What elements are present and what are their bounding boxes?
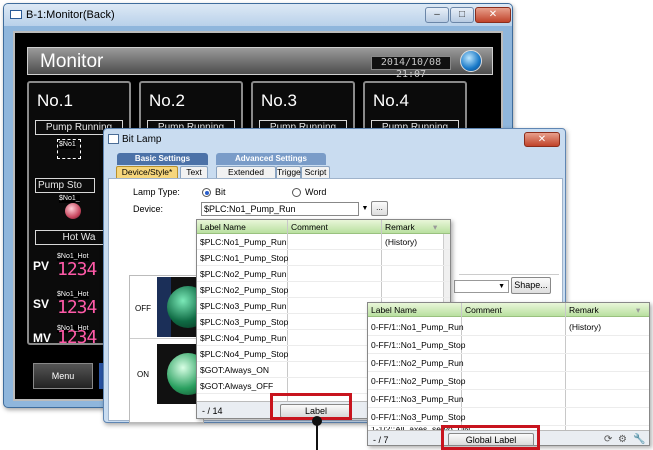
- item-count: - / 14: [202, 406, 223, 416]
- label-name-cell: 0-FF/1::No3_Pump_Stop: [371, 412, 466, 422]
- minimize-button[interactable]: –: [425, 7, 449, 23]
- label-name-cell: $PLC:No2_Pump_Run: [200, 269, 287, 279]
- column-header-remark[interactable]: Remark: [385, 221, 415, 233]
- column-header-label-name[interactable]: Label Name: [200, 221, 246, 233]
- list-item[interactable]: 0-FF/1::No3_Pump_Run: [368, 391, 649, 408]
- wrench-icon[interactable]: 🔧: [633, 434, 645, 445]
- list-item[interactable]: 0-FF/1::No1_Pump_Stop: [368, 337, 649, 354]
- list-item[interactable]: 0-FF/1::No3_Pump_Stop: [368, 409, 649, 426]
- label-name-cell: $PLC:No1_Pump_Stop: [200, 253, 289, 263]
- lamp-type-bit-label: Bit: [215, 187, 226, 197]
- label-button-highlight: [270, 393, 352, 420]
- global-list-header: Label Name Comment Remark ▾: [368, 303, 649, 317]
- device-browse-button[interactable]: ...: [371, 201, 388, 216]
- chevron-down-icon[interactable]: ▼: [359, 202, 371, 216]
- back-window-title: B-1:Monitor(Back): [26, 9, 115, 21]
- column-header-remark[interactable]: Remark: [569, 304, 599, 316]
- stop-lamp-tag: $No1_: [59, 195, 80, 203]
- label-name-cell: 0-FF/1::No1_Pump_Stop: [371, 340, 466, 350]
- lamp-type-label: Lamp Type:: [133, 187, 180, 197]
- tab-script[interactable]: Script: [301, 166, 330, 178]
- close-button[interactable]: ✕: [475, 7, 511, 23]
- lamp-type-word-label: Word: [305, 187, 327, 197]
- tab-device-style[interactable]: Device/Style*: [116, 166, 178, 178]
- basic-settings-group[interactable]: Basic Settings: [117, 153, 208, 165]
- mv-value: 1234: [57, 327, 97, 348]
- list-item[interactable]: $PLC:No2_Pump_Run: [197, 267, 450, 282]
- settings-icon[interactable]: ⚙: [618, 434, 627, 445]
- divider: [459, 274, 559, 275]
- dialog-icon: [108, 134, 119, 144]
- panel-number: No.4: [373, 91, 409, 110]
- list-item[interactable]: $PLC:No1_Pump_Run (History): [197, 235, 450, 250]
- panel-number: No.2: [149, 91, 185, 110]
- callout-line: [316, 420, 318, 450]
- stop-lamp[interactable]: [65, 203, 81, 219]
- maximize-button[interactable]: □: [450, 7, 474, 23]
- back-window-titlebar[interactable]: B-1:Monitor(Back) – □ ✕: [4, 4, 512, 26]
- label-name-cell: $PLC:No1_Pump_Run: [200, 237, 287, 247]
- shape-select[interactable]: ▼: [454, 280, 509, 293]
- lamp-preview-table: OFF ON: [129, 275, 204, 423]
- list-item[interactable]: $PLC:No2_Pump_Stop: [197, 283, 450, 298]
- column-header-comment[interactable]: Comment: [465, 304, 502, 316]
- lamp-type-word-radio[interactable]: [292, 188, 301, 197]
- sort-icon: ▾: [433, 222, 438, 232]
- monitor-header: Monitor 2014/10/08 21:07: [27, 47, 493, 80]
- panel-number: No.1: [37, 91, 73, 110]
- label-name-cell: 0-FF/1::No2_Pump_Run: [371, 358, 464, 368]
- divider: [130, 338, 203, 339]
- global-label-button-highlight: [441, 425, 540, 450]
- list-item[interactable]: 0-FF/1::No1_Pump_Run (History): [368, 319, 649, 336]
- list-item[interactable]: 0-FF/1::No2_Pump_Stop: [368, 373, 649, 390]
- on-row-label: ON: [137, 370, 149, 379]
- item-count: - / 7: [373, 435, 389, 445]
- pump-stop-status: Pump Sto: [35, 178, 95, 193]
- refresh-icon[interactable]: ⟳: [604, 434, 612, 445]
- menu-button[interactable]: Menu: [33, 363, 93, 389]
- label-name-cell: 0-FF/1::No3_Pump_Run: [371, 394, 464, 404]
- mv-label: MV: [33, 331, 51, 345]
- remark-cell: (History): [569, 322, 602, 332]
- dialog-close-button[interactable]: ✕: [524, 132, 560, 147]
- sv-value: 1234: [57, 297, 97, 318]
- off-row-label: OFF: [135, 304, 151, 313]
- window-icon: [10, 10, 22, 19]
- label-name-cell: $PLC:No4_Pump_Stop: [200, 349, 289, 359]
- tab-trigger[interactable]: Trigger: [276, 166, 304, 178]
- list-item[interactable]: 0-FF/1::No2_Pump_Run: [368, 355, 649, 372]
- list-item[interactable]: $PLC:No1_Pump_Stop: [197, 251, 450, 266]
- date-time-display: 2014/10/08 21:07: [371, 56, 451, 80]
- label-name-cell: $GOT:Always_ON: [200, 365, 269, 375]
- sort-icon: ▾: [636, 305, 641, 315]
- remark-cell: (History): [385, 237, 418, 247]
- lamp-type-bit-radio[interactable]: [202, 188, 211, 197]
- label-name-cell: 0-FF/1::No2_Pump_Stop: [371, 376, 466, 386]
- pv-value: 1234: [57, 259, 97, 280]
- label-name-cell: $PLC:No3_Pump_Run: [200, 301, 287, 311]
- label-name-cell: 0-FF/1::No1_Pump_Run: [371, 322, 464, 332]
- device-label: Device:: [133, 204, 164, 214]
- tab-text[interactable]: Text: [180, 166, 208, 178]
- selected-lamp-object[interactable]: [57, 139, 81, 159]
- panel-number: No.3: [261, 91, 297, 110]
- device-input[interactable]: $PLC:No1_Pump_Run: [201, 202, 359, 216]
- tab-extended[interactable]: Extended: [216, 166, 276, 178]
- shape-button[interactable]: Shape...: [511, 277, 551, 294]
- sv-label: SV: [33, 297, 50, 311]
- pv-label: PV: [33, 259, 50, 273]
- globe-icon[interactable]: [460, 50, 482, 72]
- label-list-header: Label Name Comment Remark ▾: [197, 220, 450, 234]
- label-name-cell: $GOT:Always_OFF: [200, 381, 274, 391]
- label-name-cell: $PLC:No4_Pump_Run: [200, 333, 287, 343]
- label-name-cell: $PLC:No3_Pump_Stop: [200, 317, 289, 327]
- dialog-title: Bit Lamp: [122, 134, 162, 145]
- label-name-cell: $PLC:No2_Pump_Stop: [200, 285, 289, 295]
- advanced-settings-group[interactable]: Advanced Settings: [216, 153, 326, 165]
- monitor-title: Monitor: [40, 51, 104, 72]
- column-header-comment[interactable]: Comment: [291, 221, 328, 233]
- column-header-label-name[interactable]: Label Name: [371, 304, 417, 316]
